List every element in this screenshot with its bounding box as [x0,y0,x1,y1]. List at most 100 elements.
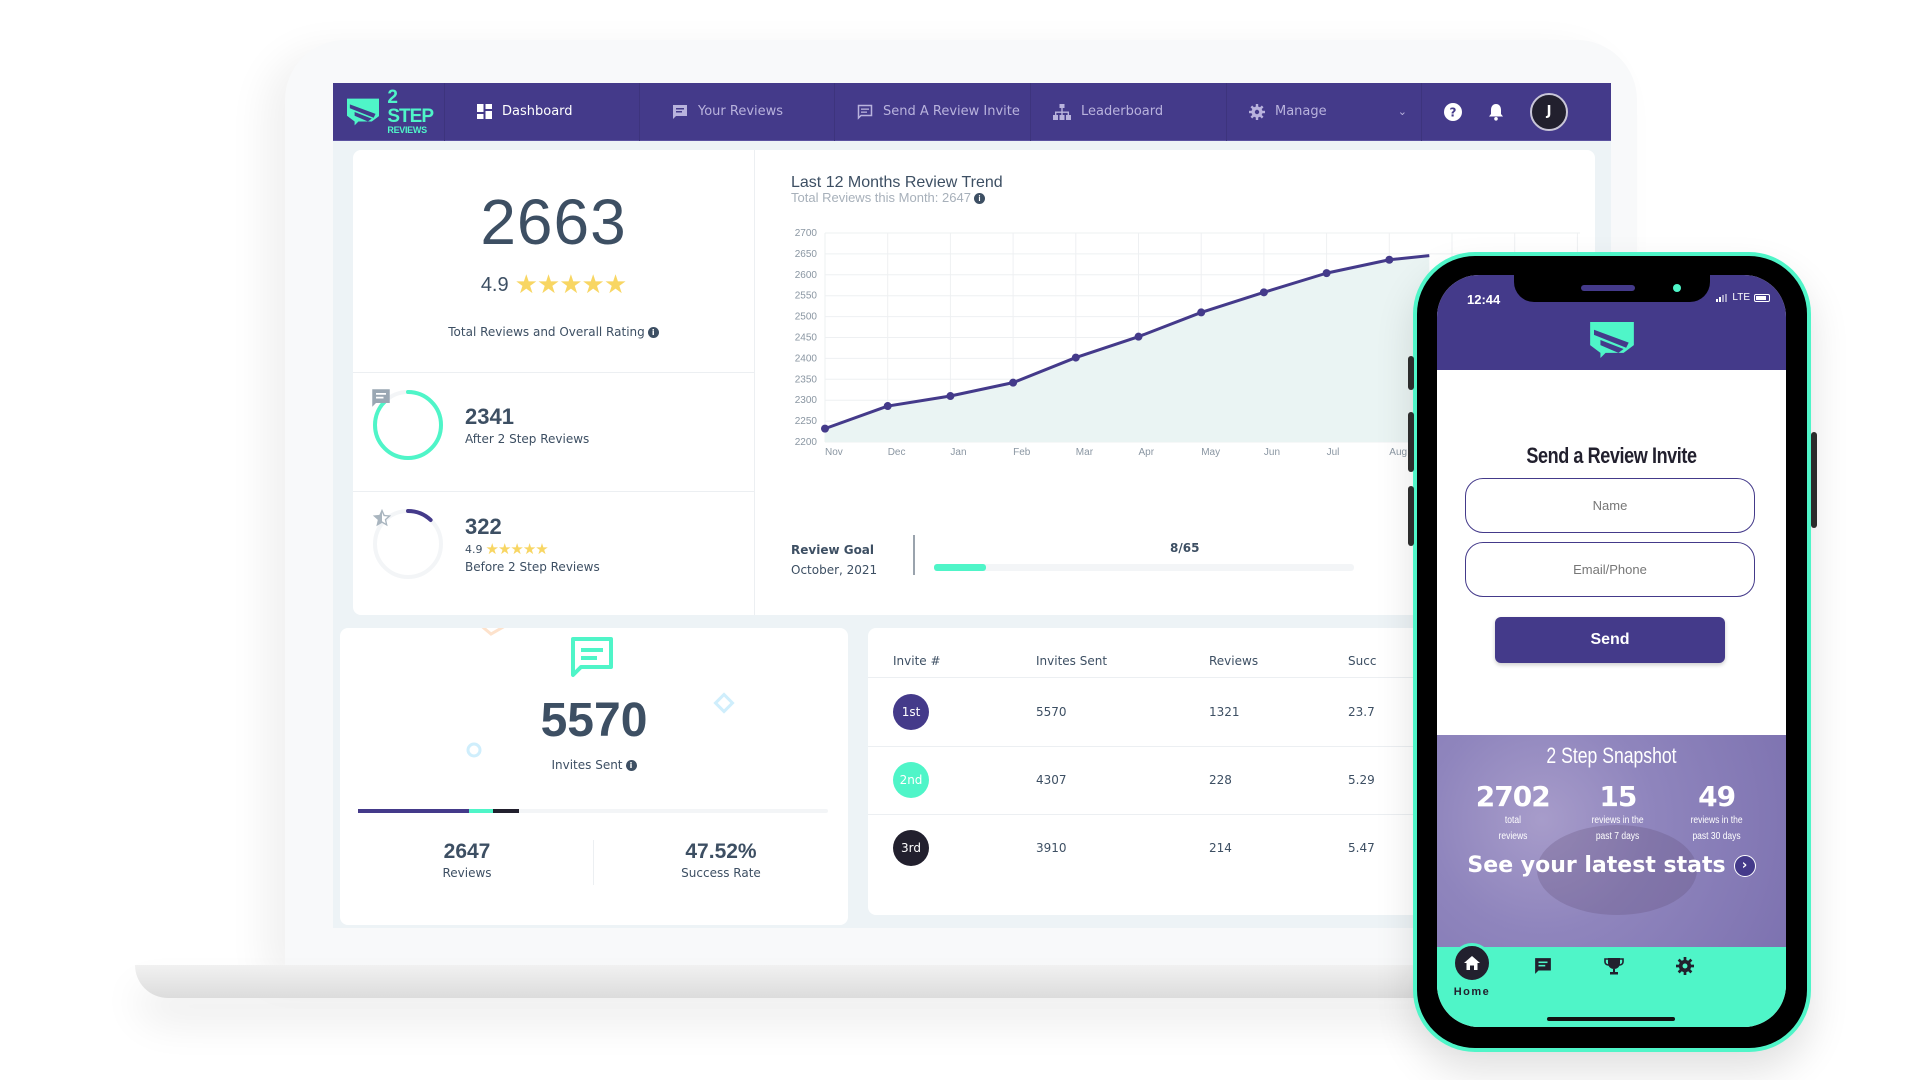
phone-notch [1514,275,1710,302]
logo-icon [347,98,380,125]
x-tick-label: Jul [1327,447,1340,458]
chart-area [825,255,1430,442]
avatar[interactable]: J [1530,92,1568,131]
y-tick-label: 2650 [795,249,818,260]
top-nav: 2 STEP REVIEWS Dashboard Your Reviews Se… [333,83,1611,141]
star-rating-icon: ★★★★★ [514,270,628,300]
home-indicator [1547,1017,1675,1021]
invite-table: Invite # Invites Sent Reviews Succ 1st 5… [868,628,1488,915]
message-outline-icon [857,104,873,120]
phone-time: 12:44 [1467,292,1501,307]
x-tick-label: Aug [1389,447,1407,458]
review-goal-fill [934,564,986,571]
nav-leaderboard[interactable]: Leaderboard [1031,83,1227,141]
dashboard-icon [477,104,492,119]
tab-leaderboard[interactable] [1584,957,1644,975]
brand-line2: REVIEWS [387,125,427,135]
brand-line1: 2 STEP [387,87,434,127]
nav-send-invite[interactable]: Send A Review Invite [835,83,1031,141]
name-field[interactable] [1465,478,1755,533]
phone-status: LTE [1716,292,1770,303]
table-header: Invite # Invites Sent Reviews Succ [868,644,1488,678]
invite-badge: 2nd [893,762,929,798]
bell-icon[interactable] [1488,103,1504,121]
y-tick-label: 2600 [795,270,818,281]
svg-text:?: ? [1450,105,1457,119]
brand-logo[interactable]: 2 STEP REVIEWS [333,83,445,141]
phone-tab-bar: Home [1437,943,1786,1027]
snapshot-stat: 15 reviews in the past 7 days [1591,780,1644,842]
snapshot-stat: 49 reviews in the past 30 days [1690,780,1743,842]
battery-icon [1754,293,1770,302]
invite-badge: 3rd [893,830,929,866]
x-tick-label: Dec [888,447,906,458]
review-goal-progress [934,564,1354,571]
phone-side-button [1408,412,1414,472]
nav-your-reviews[interactable]: Your Reviews [640,83,835,141]
success-rate-stat: 47.52% Success Rate [681,840,761,880]
divider [353,491,754,492]
review-goal-label: Review Goal October, 2021 [791,543,878,577]
overview-card: 2663 4.9 ★★★★★ Total Reviews and Overall… [353,150,755,615]
x-tick-label: May [1201,447,1220,458]
nav-manage[interactable]: Manage ⌄ [1227,83,1422,141]
y-tick-label: 2300 [795,395,818,406]
table-row[interactable]: 2nd 4307 228 5.29 [868,747,1488,815]
phone-header: 12:44 LTE [1437,275,1786,370]
home-icon [1464,956,1480,970]
decorative-shape [481,628,505,636]
message-icon [673,104,687,119]
table-row[interactable]: 1st 5570 1321 23.7 [868,679,1488,747]
see-latest-stats-link[interactable]: See your latest stats › [1437,853,1786,878]
after-reviews-stat: 2341 After 2 Step Reviews [371,388,589,462]
chevron-down-icon: ⌄ [1397,104,1407,118]
x-tick-label: Mar [1076,447,1094,458]
review-goal-value: 8/65 [1170,541,1200,555]
chevron-right-icon: › [1733,854,1756,877]
info-icon[interactable]: i [647,327,659,338]
invite-badge: 1st [893,694,929,730]
help-icon[interactable]: ? [1444,102,1462,121]
x-tick-label: Apr [1139,447,1155,458]
snapshot-title: 2 Step Snapshot [1546,743,1677,768]
reviews-stat: 2647 Reviews [442,840,492,880]
data-point [883,402,892,411]
star-rating-icon: ★★★★★ [485,540,549,558]
data-point [821,424,829,433]
email-phone-field[interactable] [1465,542,1755,597]
progress-segment [469,809,494,813]
table-row[interactable]: 3rd 3910 214 5.47 [868,815,1488,883]
snapshot-panel: 2 Step Snapshot 2702 total reviews 15 re… [1437,735,1786,947]
sitemap-icon [1053,103,1071,120]
x-tick-label: Feb [1013,447,1031,458]
tab-settings[interactable] [1655,957,1715,975]
y-tick-label: 2700 [795,228,818,239]
message-icon [372,389,390,407]
x-tick-label: Jan [950,447,966,458]
y-tick-label: 2250 [795,416,818,427]
data-point [1322,269,1331,278]
y-tick-label: 2550 [795,291,818,302]
gear-icon [1676,957,1694,975]
phone-side-button [1408,356,1414,390]
divider [353,372,754,373]
data-point [1385,255,1394,264]
data-point [1259,288,1268,297]
data-point [1009,378,1018,387]
tab-messages[interactable] [1513,957,1573,975]
snapshot-stat: 2702 total reviews [1475,780,1551,842]
x-tick-label: Nov [825,447,843,458]
total-reviews: 2663 [480,186,627,258]
phone-side-button [1811,432,1817,528]
data-point [1071,353,1080,362]
logo-icon [1590,322,1634,358]
nav-dashboard[interactable]: Dashboard [445,83,640,141]
y-tick-label: 2500 [795,312,818,323]
before-reviews-stat: 322 4.9 ★★★★★ Before 2 Step Reviews [371,507,600,581]
progress-segment [493,809,520,813]
data-point [946,392,955,401]
tab-home[interactable]: Home [1442,943,1502,998]
info-icon[interactable]: i [625,760,637,771]
send-button[interactable]: Send [1495,617,1725,663]
y-tick-label: 2350 [795,374,818,385]
